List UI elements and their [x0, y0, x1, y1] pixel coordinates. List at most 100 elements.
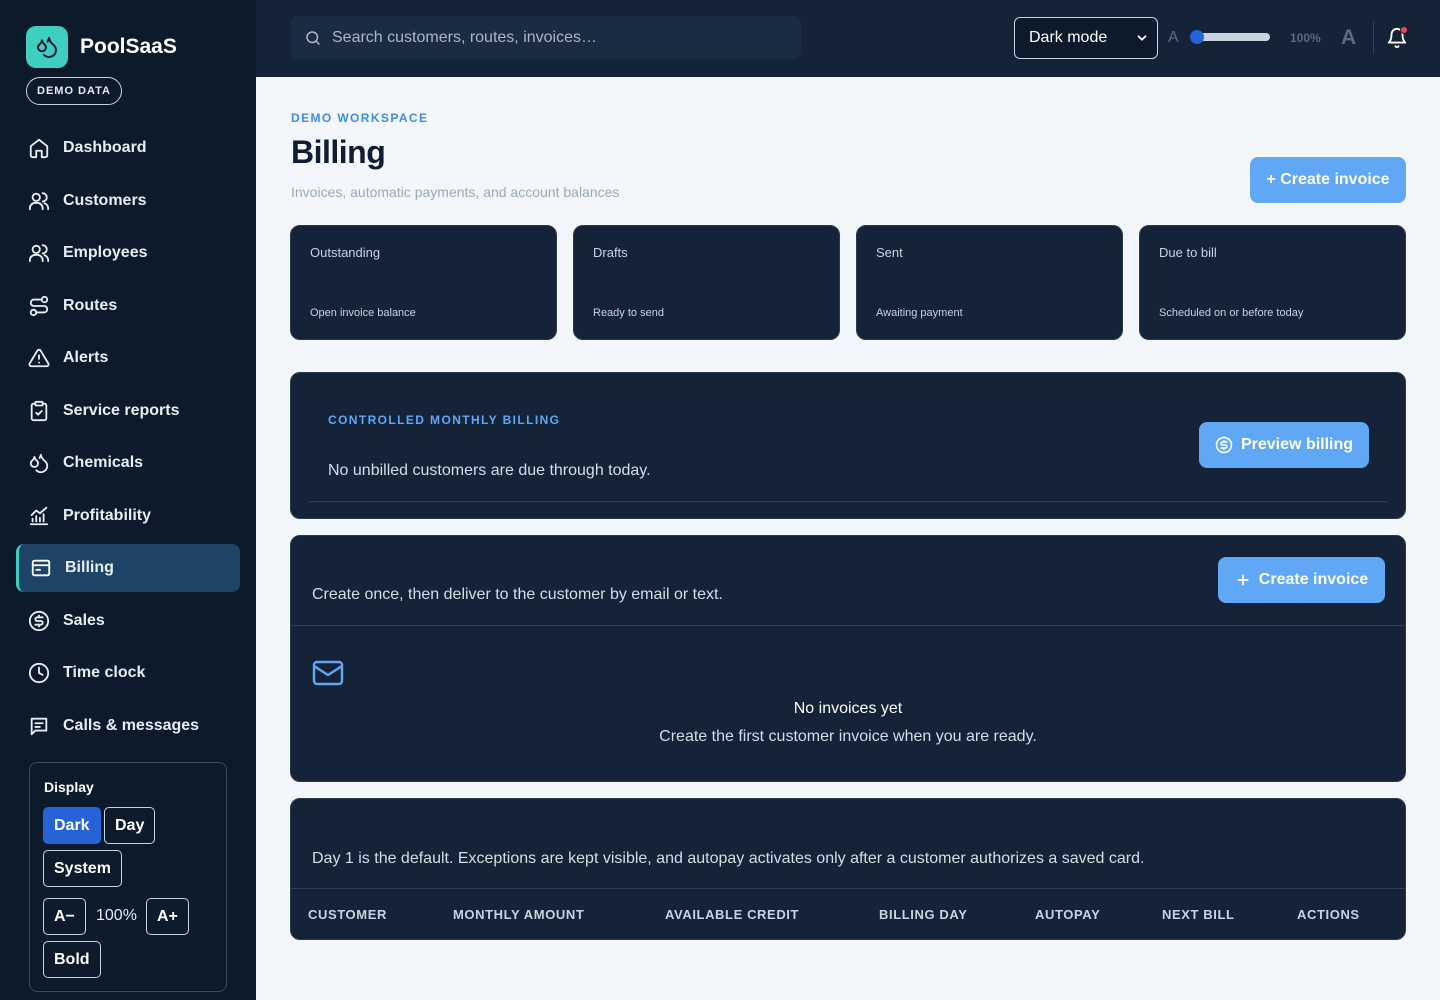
nav-item-dashboard[interactable]: Dashboard — [16, 124, 240, 172]
text-zoom-value: 100% — [96, 907, 137, 924]
divider — [1373, 22, 1374, 54]
main-nav: Dashboard Customers Employees Routes Ale… — [16, 124, 240, 754]
stat-hint: Scheduled on or before today — [1159, 307, 1304, 319]
nav-label: Dashboard — [63, 139, 147, 156]
create-invoice-button[interactable]: Create invoice — [1218, 557, 1385, 603]
monthly-billing-status: No unbilled customers are due through to… — [328, 462, 651, 479]
brand[interactable]: PoolSaaS — [26, 26, 177, 68]
workspace-label: DEMO WORKSPACE — [291, 111, 429, 125]
invoices-description: Create once, then deliver to the custome… — [312, 586, 723, 603]
text-size-large-label: A — [1341, 26, 1357, 49]
route-icon — [29, 295, 49, 316]
clock-icon — [28, 662, 50, 684]
slider-handle[interactable] — [1190, 30, 1204, 44]
stat-label: Due to bill — [1159, 245, 1217, 260]
nav-item-profitability[interactable]: Profitability — [16, 492, 240, 540]
stat-label: Drafts — [593, 245, 628, 260]
users-icon — [28, 191, 50, 210]
sidebar: PoolSaaS DEMO DATA Dashboard Customers E… — [0, 0, 256, 1000]
nav-item-alerts[interactable]: Alerts — [16, 334, 240, 382]
display-settings: Display Dark Day System A− 100% A+ Bold — [29, 762, 227, 992]
alert-triangle-icon — [28, 348, 50, 368]
autopay-description: Day 1 is the default. Exceptions are kep… — [312, 850, 1145, 867]
dollar-circle-icon — [28, 610, 50, 631]
stat-label: Outstanding — [310, 245, 381, 260]
stat-hint: Awaiting payment — [876, 307, 963, 319]
search-input[interactable] — [332, 28, 772, 47]
nav-item-calls-messages[interactable]: Calls & messages — [16, 702, 240, 750]
search-box[interactable] — [290, 16, 801, 59]
column-header-available-credit[interactable]: AVAILABLE CREDIT — [665, 907, 799, 922]
brand-name: PoolSaaS — [80, 35, 177, 58]
monthly-billing-panel: CONTROLLED MONTHLY BILLING No unbilled c… — [290, 372, 1406, 519]
nav-item-employees[interactable]: Employees — [16, 229, 240, 277]
stat-card-due-to-bill[interactable]: Due to bill Scheduled on or before today — [1139, 225, 1406, 340]
nav-label: Routes — [63, 296, 118, 314]
nav-label: Calls & messages — [63, 716, 200, 734]
nav-label: Time clock — [63, 664, 146, 681]
create-invoice-header-button[interactable]: + Create invoice — [1250, 157, 1406, 203]
column-header-customer[interactable]: CUSTOMER — [308, 907, 387, 922]
column-header-actions[interactable]: ACTIONS — [1297, 907, 1360, 922]
chevron-down-icon — [1137, 35, 1147, 41]
day-theme-button[interactable]: Day — [104, 807, 156, 844]
nav-item-billing[interactable]: Billing — [16, 544, 240, 592]
divider — [309, 501, 1387, 502]
system-theme-button[interactable]: System — [43, 850, 122, 887]
nav-item-time-clock[interactable]: Time clock — [16, 649, 240, 697]
stat-card-drafts[interactable]: Drafts Ready to send — [573, 225, 840, 340]
nav-item-service-reports[interactable]: Service reports — [16, 387, 240, 435]
nav-label: Customers — [63, 191, 147, 209]
stat-hint: Ready to send — [593, 307, 664, 319]
text-size-small-label: A — [1168, 29, 1179, 46]
plus-icon — [1237, 574, 1249, 586]
bar-chart-icon — [29, 506, 49, 525]
search-icon — [306, 30, 320, 45]
empty-state-title: No invoices yet — [793, 700, 903, 717]
mail-icon — [312, 660, 344, 686]
divider — [291, 888, 1405, 889]
page-title: Billing — [291, 134, 386, 170]
autopay-panel: Day 1 is the default. Exceptions are kep… — [290, 798, 1406, 940]
text-size-slider[interactable] — [1190, 30, 1270, 44]
dark-theme-button[interactable]: Dark — [43, 807, 101, 844]
notification-dot — [1400, 26, 1408, 34]
nav-label: Employees — [63, 244, 148, 261]
text-size-value: 100% — [1290, 31, 1321, 45]
stat-label: Sent — [876, 245, 903, 260]
nav-label: Billing — [65, 559, 114, 576]
dollar-circle-icon — [1215, 436, 1233, 454]
nav-label: Profitability — [63, 506, 152, 524]
nav-label: Service reports — [63, 401, 180, 419]
users-icon — [28, 244, 50, 263]
clipboard-check-icon — [30, 400, 48, 421]
decrease-text-button[interactable]: A− — [43, 898, 86, 935]
bold-text-button[interactable]: Bold — [43, 941, 101, 978]
nav-label: Chemicals — [63, 454, 144, 471]
nav-item-customers[interactable]: Customers — [16, 177, 240, 225]
nav-label: Alerts — [63, 349, 109, 366]
monthly-billing-heading: CONTROLLED MONTHLY BILLING — [328, 413, 561, 427]
droplets-icon — [29, 453, 49, 474]
increase-text-button[interactable]: A+ — [146, 898, 189, 935]
column-header-next-bill[interactable]: NEXT BILL — [1162, 907, 1235, 922]
home-icon — [29, 138, 49, 159]
create-invoice-label: Create invoice — [1258, 571, 1369, 588]
column-header-autopay[interactable]: AUTOPAY — [1035, 907, 1100, 922]
demo-data-badge: DEMO DATA — [26, 77, 122, 105]
theme-mode-value: Dark mode — [1029, 29, 1108, 46]
column-header-billing-day[interactable]: BILLING DAY — [879, 907, 967, 922]
theme-mode-select[interactable]: Dark mode — [1014, 17, 1158, 59]
page-subtitle: Invoices, automatic payments, and accoun… — [291, 184, 620, 200]
stat-hint: Open invoice balance — [310, 307, 416, 319]
column-header-monthly-amount[interactable]: MONTHLY AMOUNT — [453, 907, 584, 922]
empty-state-description: Create the first customer invoice when y… — [659, 728, 1037, 745]
preview-billing-button[interactable]: Preview billing — [1199, 422, 1369, 468]
divider — [291, 625, 1405, 626]
stat-card-sent[interactable]: Sent Awaiting payment — [856, 225, 1123, 340]
stat-card-outstanding[interactable]: Outstanding Open invoice balance — [290, 225, 557, 340]
nav-item-sales[interactable]: Sales — [16, 597, 240, 645]
nav-item-routes[interactable]: Routes — [16, 282, 240, 330]
nav-item-chemicals[interactable]: Chemicals — [16, 439, 240, 487]
message-icon — [30, 717, 48, 735]
